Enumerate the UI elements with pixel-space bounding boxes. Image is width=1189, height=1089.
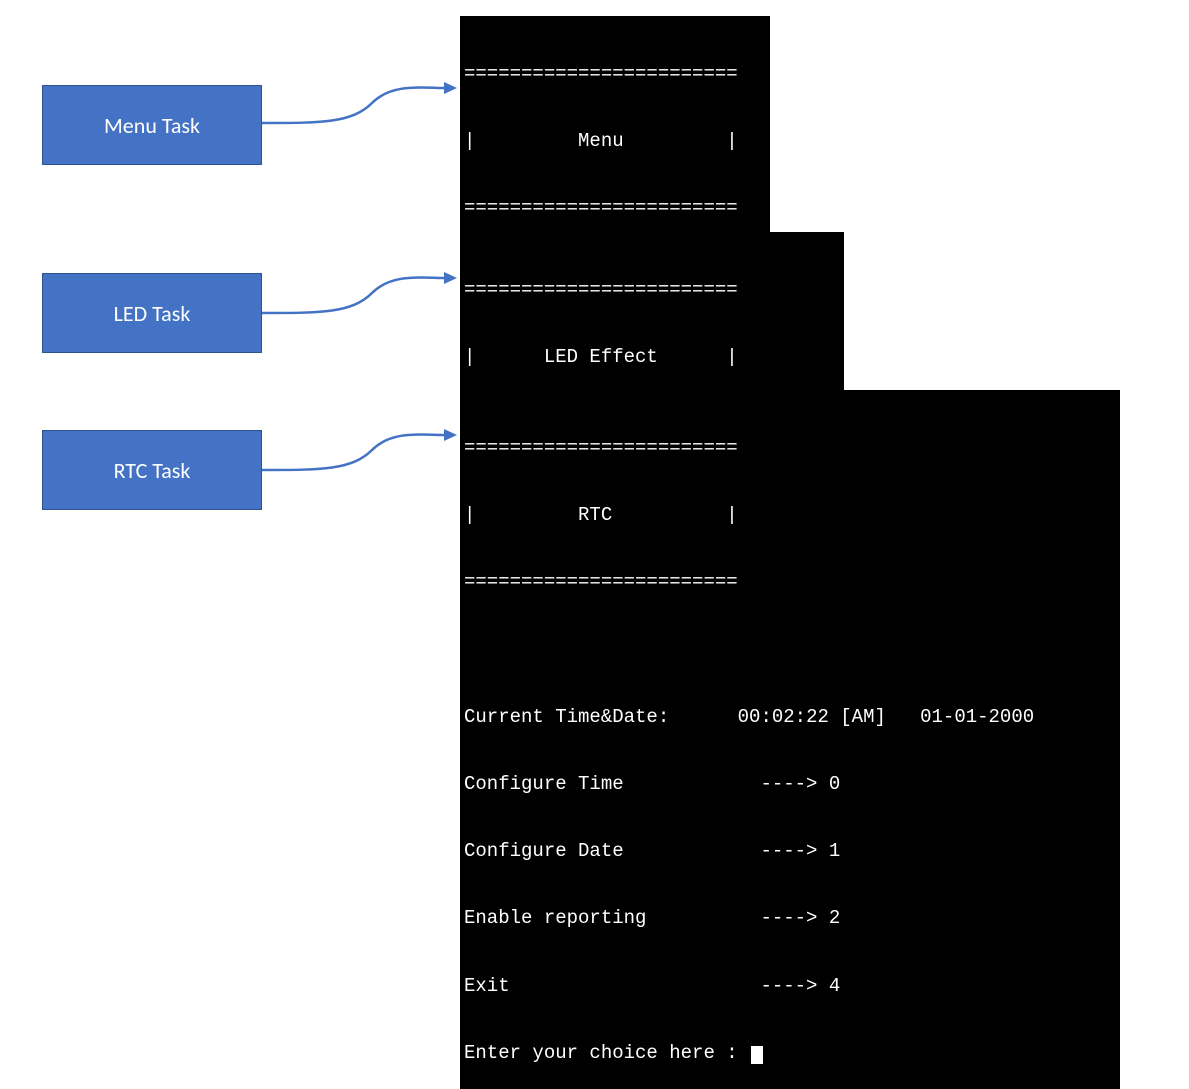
blank-line xyxy=(464,638,1116,660)
menu-task-label: Menu Task xyxy=(104,112,200,139)
rule: ======================== xyxy=(464,437,1116,459)
cursor-icon[interactable] xyxy=(751,1046,763,1064)
rtc-prompt-line: Enter your choice here : xyxy=(464,1042,1116,1064)
led-header: | LED Effect | xyxy=(464,346,840,368)
rule: ======================== xyxy=(464,63,766,85)
rtc-option-3: Exit ----> 4 xyxy=(464,975,1116,997)
arrow-menu xyxy=(262,78,457,138)
rtc-option-2: Enable reporting ----> 2 xyxy=(464,907,1116,929)
menu-task-box: Menu Task xyxy=(42,85,262,165)
rtc-option-0: Configure Time ----> 0 xyxy=(464,773,1116,795)
rule: ======================== xyxy=(464,197,766,219)
rtc-header: | RTC | xyxy=(464,504,1116,526)
arrow-led xyxy=(262,268,457,328)
led-task-label: LED Task xyxy=(114,300,191,327)
rtc-current-label: Current Time&Date: xyxy=(464,706,669,728)
rule: ======================== xyxy=(464,279,840,301)
rtc-current-time: 00:02:22 [AM] xyxy=(738,706,886,728)
rule: ======================== xyxy=(464,571,1116,593)
rtc-terminal[interactable]: ======================== | RTC | =======… xyxy=(460,390,1120,1089)
rtc-task-box: RTC Task xyxy=(42,430,262,510)
menu-header: | Menu | xyxy=(464,130,766,152)
rtc-option-1: Configure Date ----> 1 xyxy=(464,840,1116,862)
arrow-rtc xyxy=(262,425,457,485)
rtc-task-label: RTC Task xyxy=(114,457,191,484)
rtc-current-line: Current Time&Date: 00:02:22 [AM] 01-01-2… xyxy=(464,706,1116,728)
rtc-current-date: 01-01-2000 xyxy=(920,706,1034,728)
rtc-prompt: Enter your choice here : xyxy=(464,1042,749,1064)
led-task-box: LED Task xyxy=(42,273,262,353)
